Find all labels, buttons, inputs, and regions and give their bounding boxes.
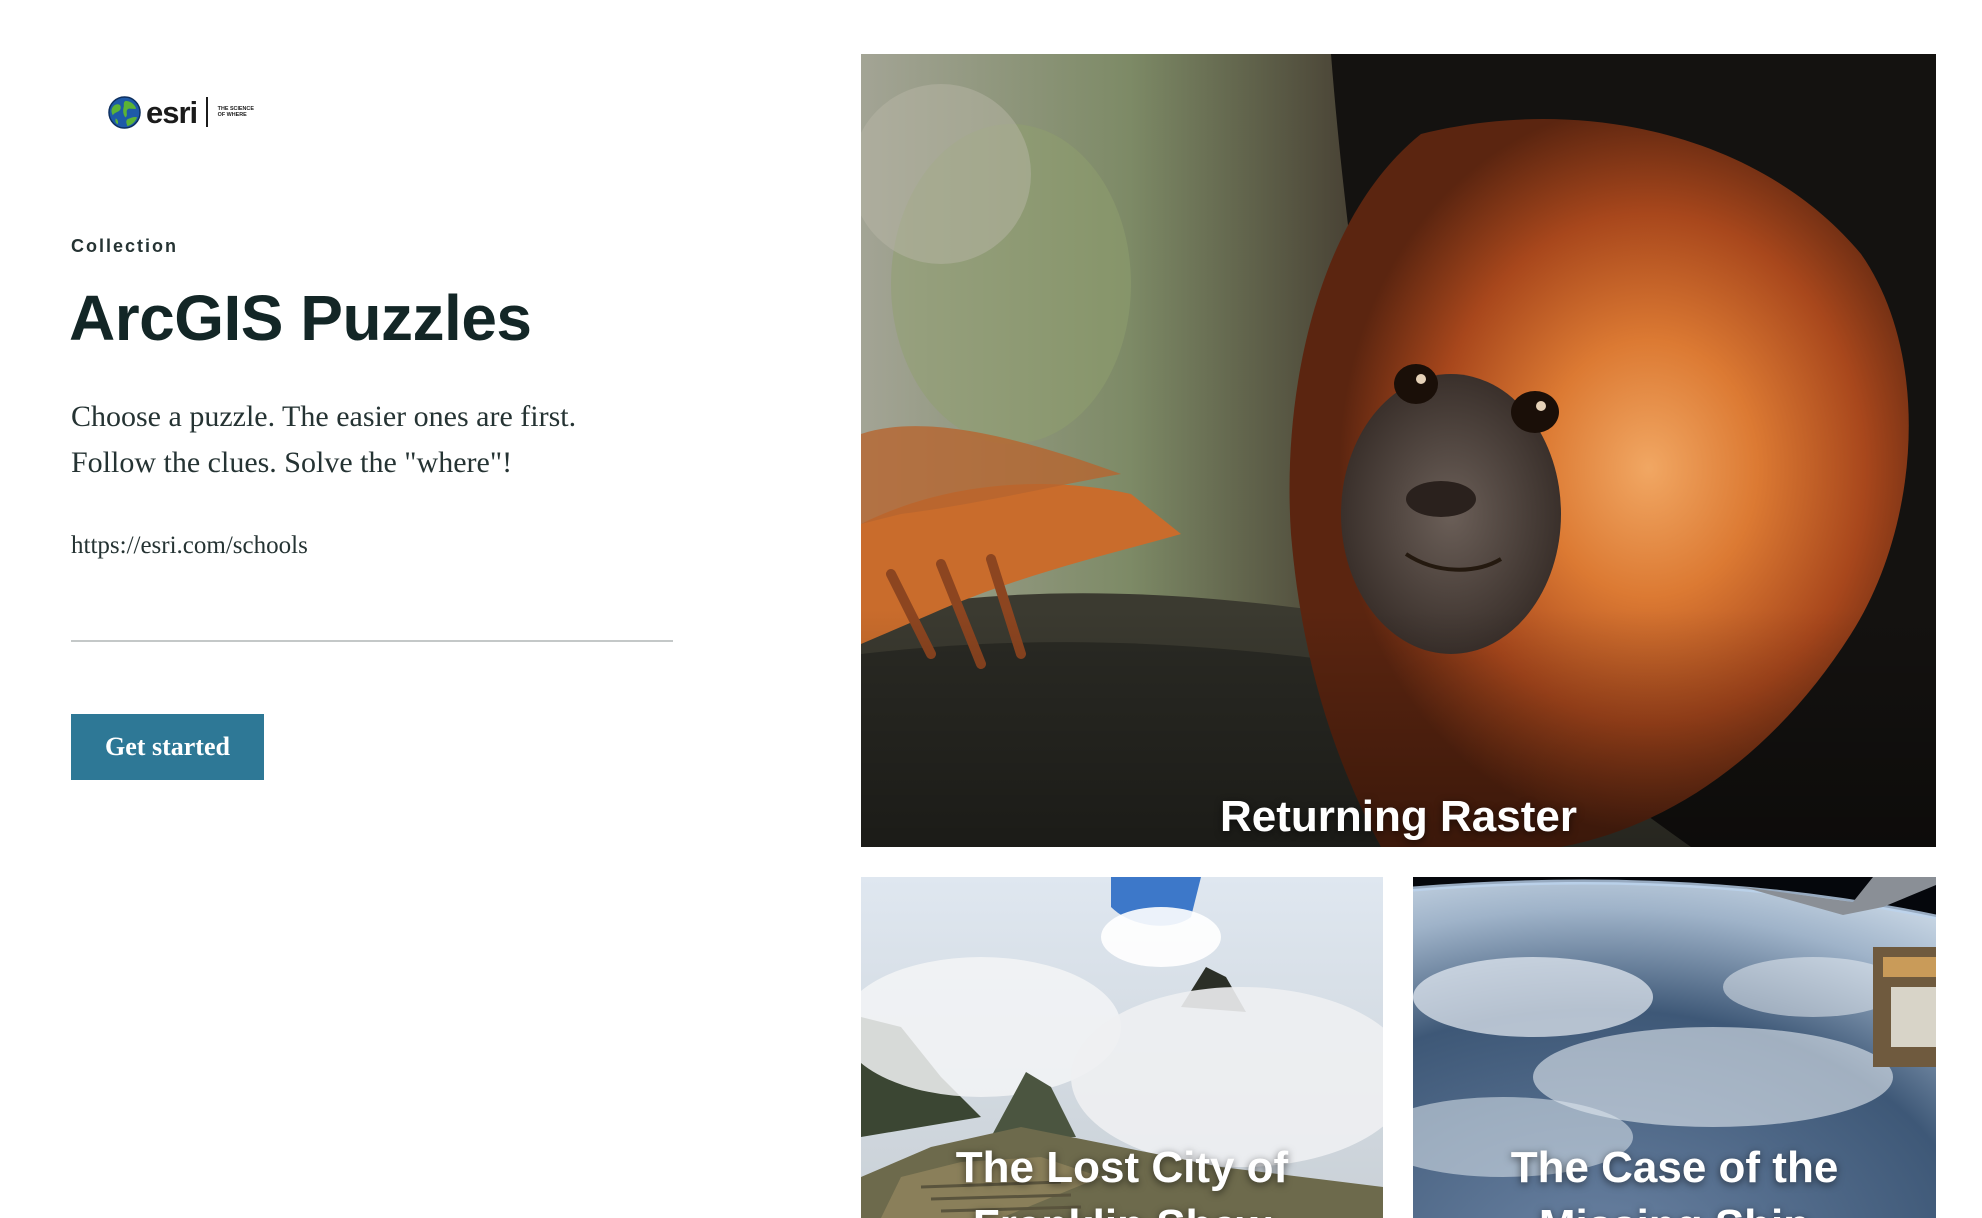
- esri-logo[interactable]: esri THE SCIENCE OF WHERE: [108, 92, 258, 132]
- logo-divider: [206, 97, 208, 127]
- get-started-button[interactable]: Get started: [71, 714, 264, 780]
- description: Choose a puzzle. The easier ones are fir…: [71, 394, 671, 486]
- puzzle-card-lost-city[interactable]: The Lost City of Franklin Shaw: [861, 877, 1383, 1218]
- page-title: ArcGIS Puzzles: [69, 282, 532, 354]
- puzzle-card-missing-ship[interactable]: The Case of the Missing Ship: [1413, 877, 1936, 1218]
- logo-wordmark: esri: [146, 94, 198, 130]
- tamarin-photo: [861, 54, 1936, 847]
- description-line: Follow the clues. Solve the "where"!: [71, 446, 513, 479]
- collection-label: Collection: [71, 236, 179, 256]
- card-title: Returning Raster: [1220, 792, 1577, 841]
- logo-tagline: THE SCIENCE OF WHERE: [217, 105, 254, 118]
- divider: [71, 640, 673, 642]
- description-line: Choose a puzzle. The easier ones are fir…: [71, 400, 577, 433]
- puzzle-card-returning-raster[interactable]: Returning Raster: [861, 54, 1936, 847]
- card-title: The Lost City of Franklin Shaw: [955, 1143, 1289, 1218]
- globe-icon: [108, 95, 141, 129]
- schools-link[interactable]: https://esri.com/schools: [71, 532, 308, 560]
- intro-panel: esri THE SCIENCE OF WHERE Collection Arc…: [0, 0, 860, 1218]
- card-title: The Case of the Missing Ship: [1510, 1143, 1839, 1218]
